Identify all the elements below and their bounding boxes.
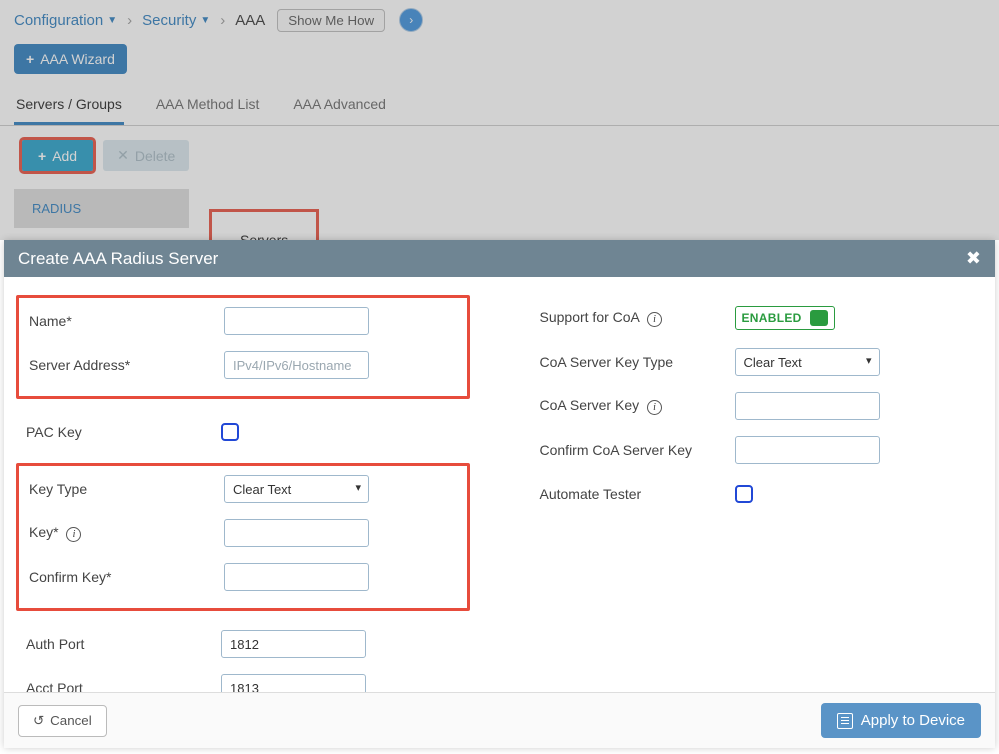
modal-footer: ↺ Cancel Apply to Device xyxy=(4,692,995,748)
confirm-coa-key-field[interactable] xyxy=(735,436,880,464)
tab-advanced[interactable]: AAA Advanced xyxy=(291,86,388,125)
automate-tester-label: Automate Tester xyxy=(540,486,735,502)
aaa-wizard-button[interactable]: + AAA Wizard xyxy=(14,44,127,74)
server-address-label: Server Address* xyxy=(29,357,224,373)
modal-title: Create AAA Radius Server xyxy=(18,249,218,269)
key-type-select[interactable]: Clear Text xyxy=(224,475,369,503)
name-field[interactable] xyxy=(224,307,369,335)
tab-servers-groups[interactable]: Servers / Groups xyxy=(14,86,124,125)
delete-button-label: Delete xyxy=(135,148,175,164)
highlight-group-name-address: Name* Server Address* xyxy=(16,295,470,399)
key-field[interactable] xyxy=(224,519,369,547)
server-address-field[interactable] xyxy=(224,351,369,379)
add-button[interactable]: + Add xyxy=(22,140,93,171)
coa-key-label-text: CoA Server Key xyxy=(540,397,640,413)
device-icon xyxy=(837,713,853,729)
show-me-how-button[interactable]: Show Me How xyxy=(277,9,385,32)
info-icon[interactable]: i xyxy=(647,312,662,327)
sidebar-item-radius[interactable]: RADIUS xyxy=(14,189,189,228)
caret-down-icon: ▼ xyxy=(200,15,210,26)
info-icon[interactable]: i xyxy=(66,527,81,542)
coa-key-field[interactable] xyxy=(735,392,880,420)
toggle-enabled-label: ENABLED xyxy=(742,311,802,325)
breadcrumb-configuration[interactable]: Configuration ▼ xyxy=(14,12,117,29)
go-arrow-button[interactable]: › xyxy=(399,8,423,32)
key-type-label: Key Type xyxy=(29,481,224,497)
confirm-coa-key-label: Confirm CoA Server Key xyxy=(540,442,735,458)
key-label-text: Key* xyxy=(29,524,59,540)
modal-header: Create AAA Radius Server ✖ xyxy=(4,240,995,277)
highlight-group-key: Key Type Clear Text Key* i xyxy=(16,463,470,611)
tab-method-list[interactable]: AAA Method List xyxy=(154,86,262,125)
auth-port-field[interactable] xyxy=(221,630,366,658)
toggle-knob-icon xyxy=(810,310,828,326)
name-label: Name* xyxy=(29,313,224,329)
close-icon[interactable]: ✖ xyxy=(966,248,981,269)
coa-support-toggle[interactable]: ENABLED xyxy=(735,306,835,330)
apply-button-label: Apply to Device xyxy=(861,712,965,729)
pac-key-checkbox[interactable] xyxy=(221,423,239,441)
undo-icon: ↺ xyxy=(33,713,44,729)
modal-right-column: Support for CoA i ENABLED CoA Server Key… xyxy=(530,295,984,680)
auth-port-label: Auth Port xyxy=(26,636,221,652)
apply-to-device-button[interactable]: Apply to Device xyxy=(821,703,981,738)
breadcrumb-security-label: Security xyxy=(142,12,196,29)
acct-port-label: Acct Port xyxy=(26,680,221,692)
confirm-key-label: Confirm Key* xyxy=(29,569,224,585)
chevron-right-icon: › xyxy=(127,12,132,29)
coa-support-label: Support for CoA i xyxy=(540,309,735,327)
automate-tester-checkbox[interactable] xyxy=(735,485,753,503)
info-icon[interactable]: i xyxy=(647,400,662,415)
acct-port-field[interactable] xyxy=(221,674,366,692)
breadcrumb-security[interactable]: Security ▼ xyxy=(142,12,210,29)
plus-icon: + xyxy=(38,148,46,164)
modal-left-column: Name* Server Address* PAC Key xyxy=(16,295,470,680)
add-button-label: Add xyxy=(52,148,77,164)
aaa-wizard-label: AAA Wizard xyxy=(40,51,115,67)
delete-button[interactable]: ✕ Delete xyxy=(103,140,189,171)
confirm-key-field[interactable] xyxy=(224,563,369,591)
cancel-button[interactable]: ↺ Cancel xyxy=(18,705,107,737)
breadcrumb-configuration-label: Configuration xyxy=(14,12,103,29)
create-radius-server-modal: Create AAA Radius Server ✖ Name* Server … xyxy=(4,240,995,748)
caret-down-icon: ▼ xyxy=(107,15,117,26)
coa-key-type-select[interactable]: Clear Text xyxy=(735,348,880,376)
x-icon: ✕ xyxy=(117,147,129,164)
coa-key-label: CoA Server Key i xyxy=(540,397,735,415)
chevron-right-icon: › xyxy=(220,12,225,29)
main-tabs: Servers / Groups AAA Method List AAA Adv… xyxy=(0,86,999,126)
breadcrumb: Configuration ▼ › Security ▼ › AAA Show … xyxy=(0,0,999,38)
breadcrumb-current: AAA xyxy=(235,12,265,29)
pac-key-label: PAC Key xyxy=(26,424,221,440)
server-type-sidebar: RADIUS xyxy=(14,189,189,228)
cancel-button-label: Cancel xyxy=(50,713,92,728)
key-label: Key* i xyxy=(29,524,224,542)
coa-key-type-label: CoA Server Key Type xyxy=(540,354,735,370)
coa-support-label-text: Support for CoA xyxy=(540,309,640,325)
plus-icon: + xyxy=(26,51,34,67)
